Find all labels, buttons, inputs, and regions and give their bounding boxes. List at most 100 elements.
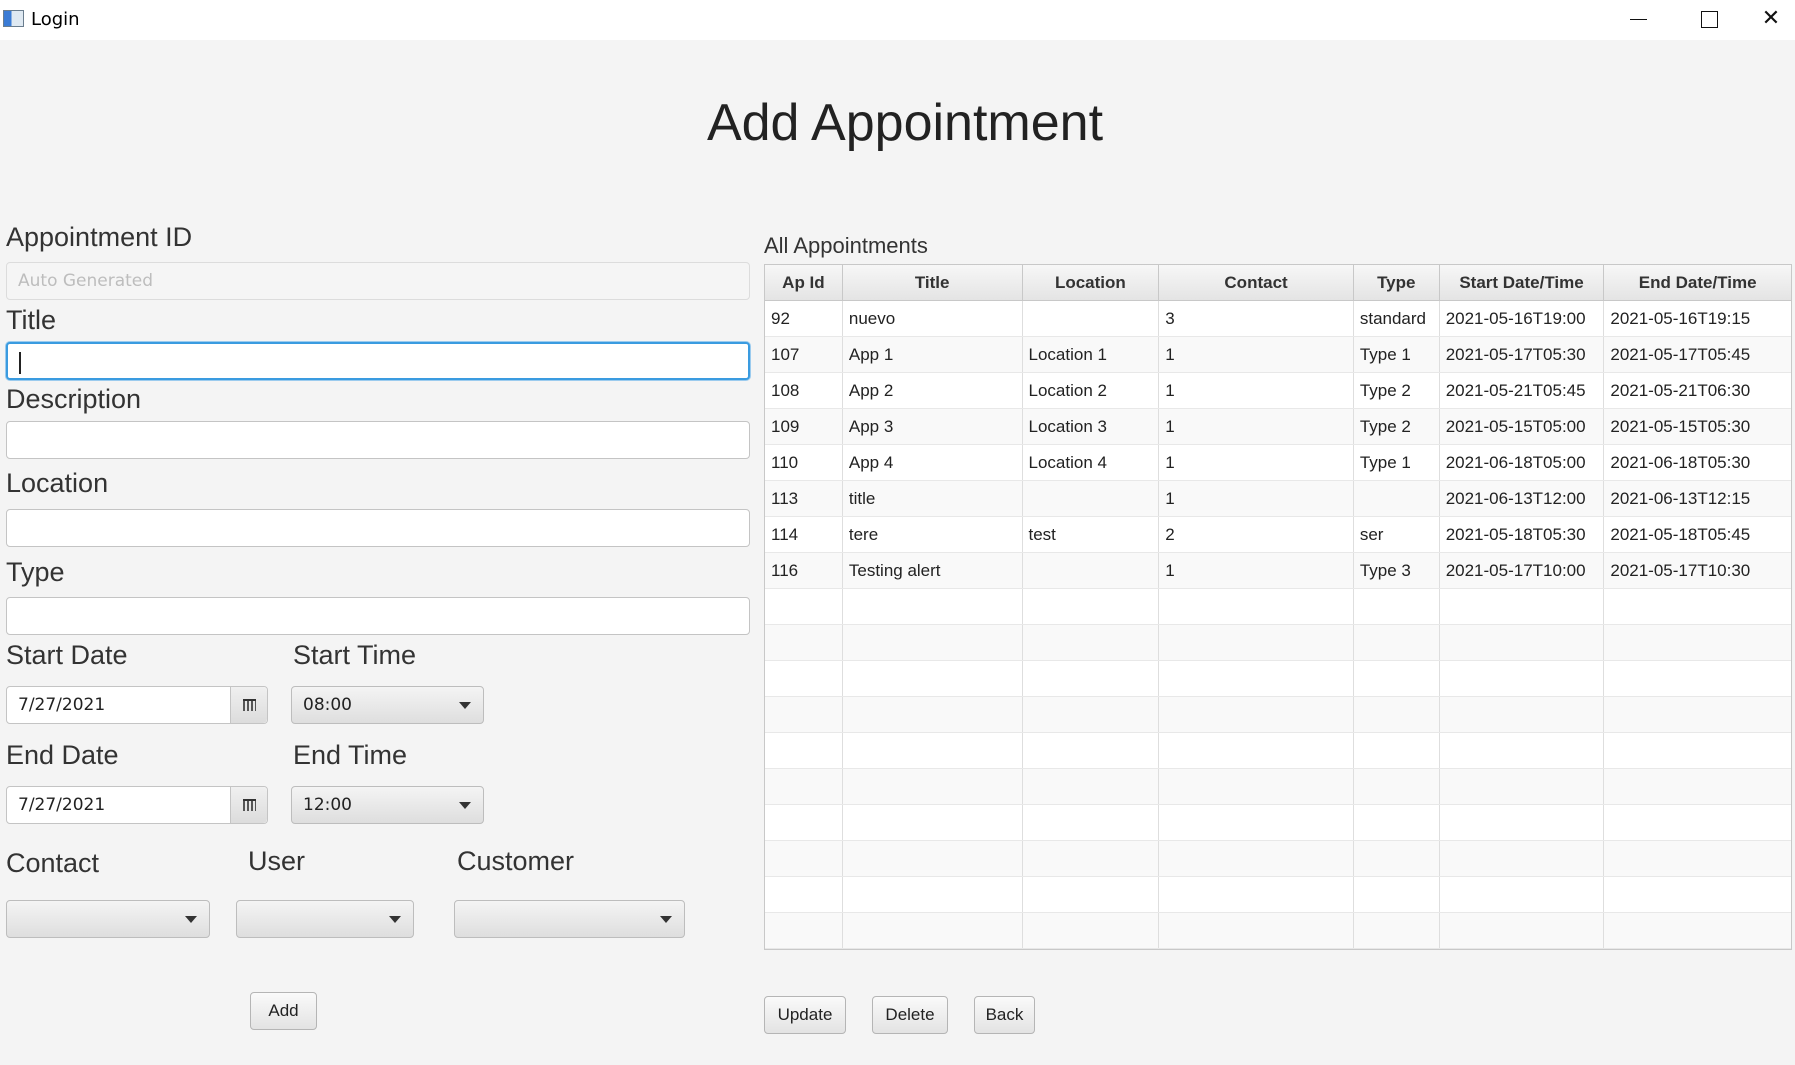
table-row[interactable]: 108 App 2 Location 2 1 Type 2 2021-05-21T05:4…: [765, 373, 1791, 409]
table-cell: 2021-05-16T19:15: [1610, 309, 1751, 328]
table-cell: [1023, 481, 1160, 516]
window-titlebar: Login ✕: [0, 0, 1795, 40]
text-caret: [19, 352, 21, 374]
column-header-contact[interactable]: Contact: [1159, 265, 1354, 300]
user-label: User: [248, 846, 306, 876]
table-cell: [843, 877, 1023, 912]
column-header-title[interactable]: Title: [843, 265, 1023, 300]
table-cell: [1159, 697, 1354, 732]
appointments-table[interactable]: Ap Id Title Location Contact Type Start …: [764, 264, 1792, 950]
table-cell: [1023, 625, 1160, 660]
description-label: Description: [6, 384, 142, 414]
table-cell: Testing alert: [843, 553, 1023, 588]
table-cell: 2021-05-17T10:00: [1440, 553, 1605, 588]
start-date-calendar-button[interactable]: [230, 687, 267, 723]
table-cell: [1604, 697, 1791, 732]
chevron-down-icon: [459, 702, 471, 709]
table-row[interactable]: 113 title 1 2021-06-13T12:00 2021-06-13T12:1…: [765, 481, 1791, 517]
table-row[interactable]: [765, 697, 1791, 733]
table-cell: App 2: [843, 373, 1023, 408]
column-header-start[interactable]: Start Date/Time: [1440, 265, 1605, 300]
table-cell: [843, 805, 1023, 840]
title-field[interactable]: [6, 342, 750, 380]
table-cell: [1604, 769, 1791, 804]
table-cell: [1440, 661, 1605, 696]
back-button[interactable]: Back: [974, 996, 1035, 1034]
column-header-ap-id[interactable]: Ap Id: [765, 265, 843, 300]
table-row[interactable]: 116 Testing alert 1 Type 3 2021-05-17T10:00 2…: [765, 553, 1791, 589]
table-cell: [1159, 841, 1354, 876]
end-time-combo[interactable]: 12:00: [291, 786, 484, 824]
table-cell: [765, 841, 843, 876]
table-cell: [1354, 481, 1440, 516]
table-row[interactable]: [765, 625, 1791, 661]
delete-button[interactable]: Delete: [872, 996, 948, 1034]
table-cell: 2021-05-18T05:30: [1440, 517, 1605, 552]
customer-label: Customer: [457, 846, 575, 876]
table-cell: [843, 913, 1023, 948]
column-header-end[interactable]: End Date/Time: [1604, 265, 1791, 300]
start-date-picker[interactable]: 7/27/2021: [6, 686, 268, 724]
contact-combo[interactable]: [6, 900, 210, 938]
table-row[interactable]: 114 tere test 2 ser 2021-05-18T05:30 2021-05-1…: [765, 517, 1791, 553]
maximize-icon[interactable]: [1686, 4, 1732, 34]
table-cell: 114: [765, 517, 843, 552]
start-time-combo[interactable]: 08:00: [291, 686, 484, 724]
end-date-calendar-button[interactable]: [230, 787, 267, 823]
customer-combo[interactable]: [454, 900, 685, 938]
app-icon: [3, 10, 24, 27]
table-row[interactable]: [765, 913, 1791, 949]
close-icon[interactable]: ✕: [1748, 4, 1794, 34]
table-cell: 92: [765, 301, 843, 336]
column-header-type[interactable]: Type: [1354, 265, 1440, 300]
table-cell: [765, 805, 843, 840]
location-label: Location: [6, 468, 109, 498]
table-cell: 113: [765, 481, 843, 516]
table-cell: 1: [1159, 337, 1354, 372]
table-cell: [1159, 589, 1354, 624]
table-cell: [1354, 589, 1440, 624]
add-button[interactable]: Add: [250, 992, 317, 1030]
table-row[interactable]: [765, 661, 1791, 697]
user-combo[interactable]: [236, 900, 414, 938]
table-row[interactable]: 92 nuevo 3 standard 2021-05-16T19:00 2021-05-…: [765, 301, 1791, 337]
table-cell: 1: [1159, 445, 1354, 480]
type-field[interactable]: [6, 597, 750, 635]
description-field[interactable]: [6, 421, 750, 459]
table-cell: [765, 877, 843, 912]
table-cell: [1023, 733, 1160, 768]
start-date-input[interactable]: 7/27/2021: [7, 687, 231, 723]
table-row[interactable]: [765, 877, 1791, 913]
table-cell: 116: [765, 553, 843, 588]
end-date-picker[interactable]: 7/27/2021: [6, 786, 268, 824]
table-cell: [1604, 733, 1791, 768]
minimize-icon[interactable]: [1616, 4, 1662, 34]
table-cell: 2021-05-17T05:45: [1610, 345, 1751, 364]
table-cell: [1440, 769, 1605, 804]
title-label: Title: [6, 305, 57, 335]
table-row[interactable]: [765, 733, 1791, 769]
chevron-down-icon: [459, 802, 471, 809]
end-date-input[interactable]: 7/27/2021: [7, 787, 231, 823]
table-row[interactable]: 110 App 4 Location 4 1 Type 1 2021-06-18T05:0…: [765, 445, 1791, 481]
table-cell: 2021-05-17T05:30: [1440, 337, 1605, 372]
table-cell: [1023, 553, 1160, 588]
table-cell: 2021-05-15T05:30: [1610, 417, 1751, 436]
table-row[interactable]: 109 App 3 Location 3 1 Type 2 2021-05-15T05:0…: [765, 409, 1791, 445]
location-field[interactable]: [6, 509, 750, 547]
start-time-value: 08:00: [303, 695, 352, 715]
table-cell: [1023, 301, 1160, 336]
end-time-value: 12:00: [303, 795, 352, 815]
table-row[interactable]: [765, 589, 1791, 625]
table-cell: [1159, 913, 1354, 948]
table-cell: 1: [1159, 409, 1354, 444]
table-cell: [1159, 661, 1354, 696]
table-cell: [765, 589, 843, 624]
table-row[interactable]: 107 App 1 Location 1 1 Type 1 2021-05-17T05:3…: [765, 337, 1791, 373]
table-row[interactable]: [765, 841, 1791, 877]
table-row[interactable]: [765, 769, 1791, 805]
table-cell: [1354, 805, 1440, 840]
column-header-location[interactable]: Location: [1023, 265, 1160, 300]
update-button[interactable]: Update: [764, 996, 846, 1034]
table-row[interactable]: [765, 805, 1791, 841]
